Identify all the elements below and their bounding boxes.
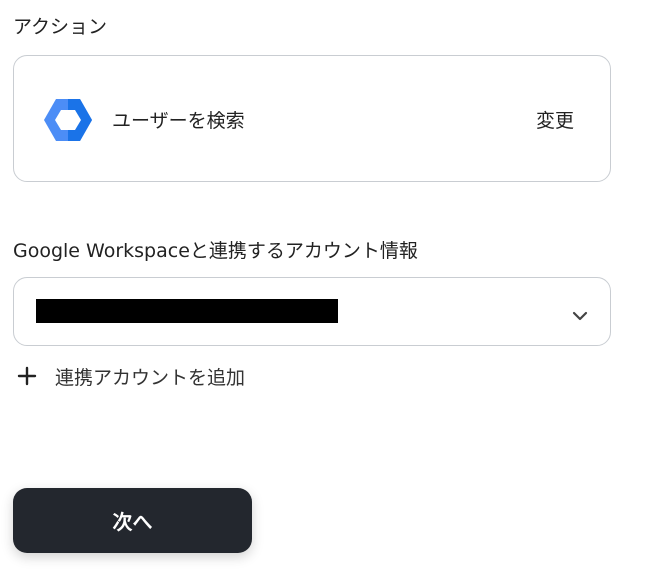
account-select[interactable] — [13, 277, 611, 346]
action-card: ユーザーを検索 変更 — [13, 55, 611, 182]
add-account-label: 連携アカウントを追加 — [55, 366, 246, 389]
account-section-label: Google Workspaceと連携するアカウント情報 — [13, 240, 418, 262]
plus-icon — [17, 366, 37, 386]
add-account-button[interactable]: 連携アカウントを追加 — [17, 362, 245, 390]
selected-account-value-redacted — [36, 299, 338, 323]
action-section-label: アクション — [13, 16, 108, 38]
change-action-button[interactable]: 変更 — [536, 106, 574, 133]
chevron-down-icon[interactable] — [572, 306, 588, 321]
next-button[interactable]: 次へ — [13, 488, 252, 553]
action-name: ユーザーを検索 — [112, 110, 245, 132]
google-workspace-icon — [43, 97, 93, 143]
page-root: アクション ユーザーを検索 変更 Google Workspaceと連携するアカ… — [0, 0, 651, 570]
